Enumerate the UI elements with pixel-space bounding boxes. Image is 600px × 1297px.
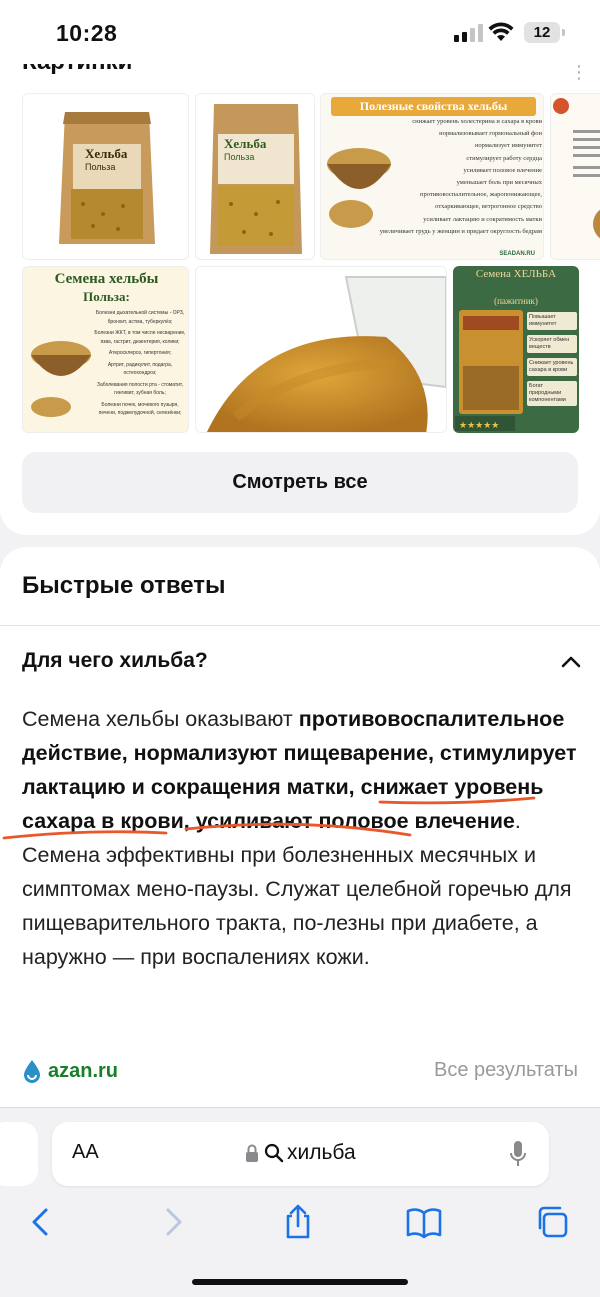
thumb-2-sub: Польза [224,152,255,162]
image-thumb-7[interactable]: Семена ХЕЛЬБА (пажитник) ★★★★★ Повышает … [453,266,579,433]
product-card-feature: Ускоряет обмен веществ [527,335,577,353]
faq-question[interactable]: Для чего хильба? [22,649,208,673]
source-link[interactable]: azan.ru [22,1059,118,1083]
infographic-line: усиливает лактацию и сократимость матки [423,215,542,223]
more-icon[interactable]: ⋮ [570,62,588,83]
text-size-button[interactable]: AA [72,1141,99,1164]
previous-tab-preview[interactable] [0,1122,38,1186]
images-section: Картинки ⋮ Хельба Польза Хельба Польза П… [0,50,600,535]
divider [0,625,600,626]
infographic-line: нормализует иммунитет [474,142,542,150]
image-thumb-3[interactable]: Полезные свойства хельбы снижает уровень… [320,93,544,260]
tabs-icon[interactable] [534,1204,570,1240]
back-icon[interactable] [24,1204,60,1240]
cellular-signal-icon [454,24,484,42]
image-thumb-2[interactable]: Хельба Польза [195,93,315,260]
infographic-lines: снижает уровень холестерина и сахара в к… [377,116,542,238]
infographic-line: стимулирует работу сердца [466,154,542,162]
infographic-line: Болезни ЖКТ, в том числе несварение, язв… [94,330,186,345]
product-bag-image [210,104,302,254]
infographic-line: увеличивает грудь у женщин и придает окр… [379,227,542,235]
status-bar: 10:28 12 [0,0,600,64]
infographic-line: усиливает половое влечение [463,166,542,174]
thumb-1-label: Хельба [85,146,128,161]
infographic-line: уменьшает боль при месячных [456,179,542,187]
partial-infographic-image [553,98,600,239]
bookmarks-icon[interactable] [406,1204,442,1240]
infographic-line: Болезни почек, мочевого пузыря, печени, … [98,401,182,417]
source-favicon-icon [24,1060,40,1083]
see-all-button[interactable]: Смотреть все [22,452,578,513]
answer-text-start: Семена хельбы оказывают [22,707,299,731]
image-thumb-1[interactable]: Хельба Польза [22,93,189,260]
infographic-line: нормализовывает гормональный фон [439,130,542,138]
image-thumb-5[interactable]: Семена хельбы Польза: Болезни дыхательно… [22,266,189,433]
home-indicator [192,1279,408,1285]
quick-answers-section: Быстрые ответы Для чего хильба? Семена х… [0,547,600,1112]
image-thumb-6[interactable] [195,266,447,433]
address-bar[interactable]: AA хильба [52,1122,549,1186]
browser-toolbar: AA хильба [0,1107,600,1297]
forward-icon[interactable] [154,1204,190,1240]
lock-icon [246,1144,258,1162]
microphone-icon[interactable] [509,1140,527,1168]
seeds-jar-image [207,276,446,432]
infographic-line: Артрит, радикулит, подагра, остеохондроз… [107,361,173,377]
answer-text-end: . Семена эффективны при болезненных меся… [22,809,572,969]
infographic-line: Заболевания полости рта - стоматит, гинг… [96,381,184,397]
product-bag-image [59,112,155,244]
share-icon[interactable] [280,1204,316,1240]
infographic-line: Болезни дыхательной системы - ОРЗ, бронх… [95,310,185,325]
source-name[interactable]: azan.ru [48,1060,118,1083]
wifi-icon [488,22,514,41]
all-results-link[interactable]: Все результаты [434,1059,578,1082]
image-thumb-4[interactable] [550,93,600,260]
infographic-credit: SEADAN.RU [499,251,535,257]
product-card-feature: Богат природными компонентами [527,381,577,406]
infographic-lines: Болезни дыхательной системы - ОРЗ, бронх… [93,309,187,418]
product-card-feature: Снижает уровень сахара в крови [527,358,577,376]
address-field[interactable]: хильба [244,1141,356,1165]
battery-indicator: 12 [524,22,565,43]
search-icon [264,1143,284,1163]
thumb-2-label: Хельба [224,136,267,151]
status-time: 10:28 [56,20,118,46]
infographic-line: отхаркивающее, ветрогонное средство [435,203,542,211]
chevron-up-icon[interactable] [560,651,582,673]
svg-text:★★★★★: ★★★★★ [459,420,499,430]
search-query: хильба [287,1141,356,1164]
quick-answers-title: Быстрые ответы [22,572,226,599]
infographic-line: противовоспалительное, жаропонижающее, [419,191,542,199]
infographic-line: Атеросклероз, гипертония; [108,350,172,356]
product-card-features: Повышает иммунитет Ускоряет обмен вещест… [527,312,577,406]
thumb-1-sub: Польза [85,162,116,172]
infographic-line: снижает уровень холестерина и сахара в к… [412,118,542,125]
product-card-feature: Повышает иммунитет [527,312,577,330]
faq-answer: Семена хельбы оказывают противовоспалите… [22,702,582,974]
